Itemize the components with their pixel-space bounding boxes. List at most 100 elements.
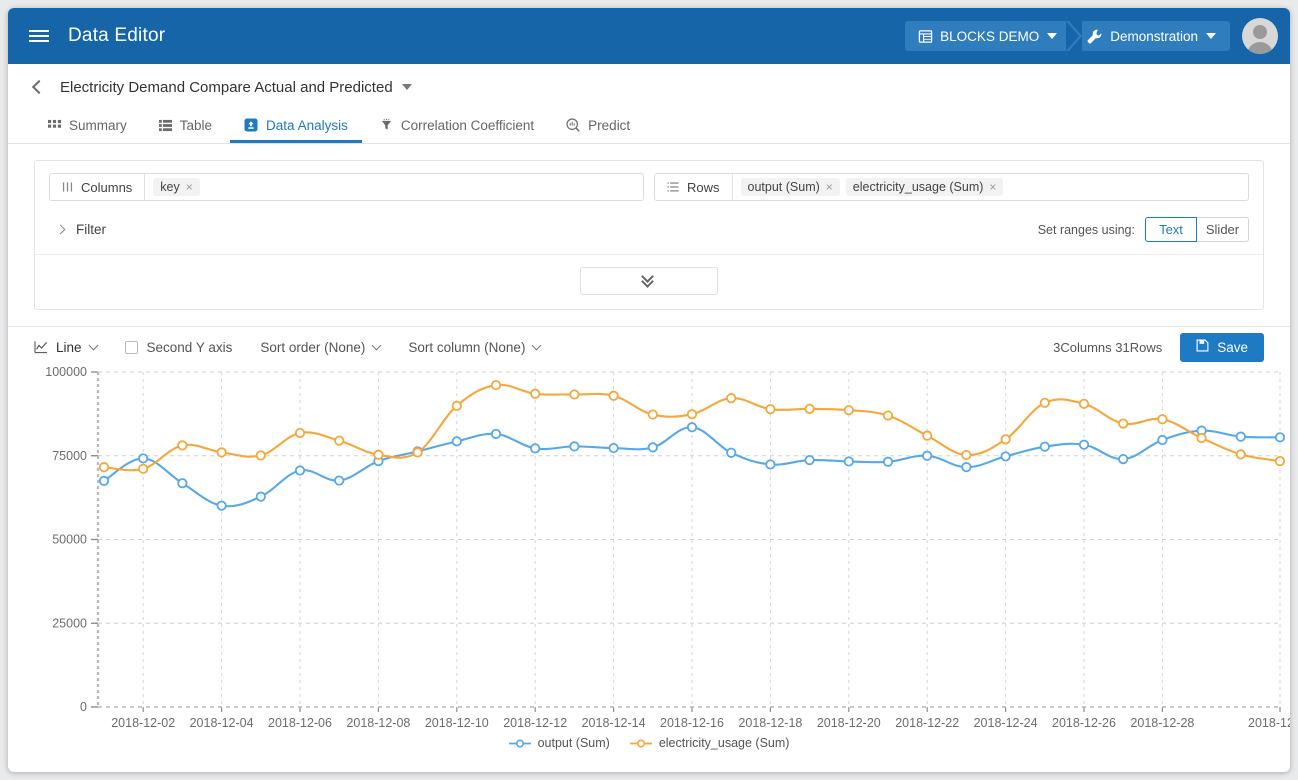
top-bar-right: BLOCKS DEMO Demonstration bbox=[905, 18, 1278, 54]
svg-text:2018-12-16: 2018-12-16 bbox=[660, 716, 724, 730]
save-icon bbox=[1196, 339, 1209, 355]
pill-label: electricity_usage (Sum) bbox=[852, 180, 984, 194]
svg-text:2018-12-06: 2018-12-06 bbox=[268, 716, 332, 730]
svg-text:2018-12-31: 2018-12-31 bbox=[1248, 716, 1290, 730]
tab-label: Predict bbox=[588, 117, 631, 133]
svg-text:2018-12-12: 2018-12-12 bbox=[503, 716, 567, 730]
set-ranges-control: Set ranges using: Text Slider bbox=[1038, 217, 1249, 242]
tab-correlation-coefficient[interactable]: Correlation Coefficient bbox=[366, 110, 548, 143]
svg-text:75000: 75000 bbox=[52, 449, 87, 463]
table-icon bbox=[158, 119, 172, 132]
rows-icon bbox=[667, 181, 679, 193]
project-selector[interactable]: Demonstration bbox=[1082, 21, 1230, 51]
back-chevron-icon[interactable] bbox=[31, 79, 47, 95]
columns-label-text: Columns bbox=[81, 179, 133, 195]
filter-label[interactable]: Filter bbox=[76, 222, 106, 237]
double-chevron-down-icon bbox=[641, 270, 656, 288]
svg-text:2018-12-14: 2018-12-14 bbox=[582, 716, 646, 730]
tab-table[interactable]: Table bbox=[145, 110, 226, 143]
database-icon bbox=[918, 29, 933, 44]
title-dropdown-caret-icon[interactable] bbox=[401, 84, 412, 90]
document-title-row: Electricity Demand Compare Actual and Pr… bbox=[8, 64, 1290, 110]
svg-text:2018-12-22: 2018-12-22 bbox=[895, 716, 959, 730]
remove-icon[interactable]: × bbox=[989, 180, 996, 194]
ranges-segmented-control: Text Slider bbox=[1145, 217, 1249, 242]
remove-icon[interactable]: × bbox=[186, 180, 193, 194]
grid-icon bbox=[48, 119, 61, 132]
remove-icon[interactable]: × bbox=[826, 180, 833, 194]
workspace-label: BLOCKS DEMO bbox=[940, 28, 1040, 44]
top-app-bar: Data Editor BLOCKS DEMO Demonstration bbox=[8, 8, 1290, 64]
svg-text:2018-12-20: 2018-12-20 bbox=[817, 716, 881, 730]
legend-item-output-sum[interactable]: output (Sum) bbox=[508, 736, 610, 750]
svg-text:100000: 100000 bbox=[45, 367, 87, 379]
columns-icon bbox=[62, 181, 73, 193]
sort-column-selector[interactable]: Sort column (None) bbox=[408, 339, 542, 355]
rows-label-text: Rows bbox=[687, 179, 720, 195]
second-y-axis-checkbox[interactable] bbox=[124, 340, 138, 354]
svg-text:2018-12-02: 2018-12-02 bbox=[111, 716, 175, 730]
legend-item-electricity-usage-sum[interactable]: electricity_usage (Sum) bbox=[629, 736, 790, 750]
second-y-axis-label: Second Y axis bbox=[146, 339, 233, 355]
tab-predict[interactable]: Predict bbox=[552, 110, 644, 143]
columns-shelf[interactable]: Columns key × bbox=[49, 173, 644, 201]
app-window: Data Editor BLOCKS DEMO Demonstration El… bbox=[8, 8, 1290, 772]
svg-text:2018-12-24: 2018-12-24 bbox=[974, 716, 1038, 730]
rows-shelf[interactable]: Rows output (Sum) × electricity_usage (S… bbox=[654, 173, 1249, 201]
magnifier-icon bbox=[566, 118, 580, 132]
chart-type-selector[interactable]: Line bbox=[34, 340, 98, 355]
second-y-axis-toggle[interactable]: Second Y axis bbox=[124, 339, 233, 355]
save-button[interactable]: Save bbox=[1180, 332, 1264, 362]
legend-swatch-electricity-usage bbox=[629, 738, 652, 749]
svg-text:0: 0 bbox=[80, 700, 87, 714]
legend-label: output (Sum) bbox=[537, 736, 610, 750]
pill-output-sum[interactable]: output (Sum) × bbox=[740, 178, 840, 196]
sort-order-selector[interactable]: Sort order (None) bbox=[260, 340, 382, 355]
set-ranges-label: Set ranges using: bbox=[1037, 222, 1135, 237]
tab-label: Table bbox=[179, 117, 213, 133]
workspace-selector[interactable]: BLOCKS DEMO bbox=[905, 21, 1070, 51]
tab-label: Data Analysis bbox=[266, 117, 348, 133]
ranges-option-slider[interactable]: Slider bbox=[1197, 217, 1249, 242]
chart-legend: output (Sum) electricity_usage (Sum) bbox=[8, 736, 1290, 750]
app-title: Data Editor bbox=[68, 25, 166, 46]
svg-text:2018-12-08: 2018-12-08 bbox=[346, 716, 410, 730]
tab-summary[interactable]: Summary bbox=[34, 110, 141, 143]
columns-shelf-items: key × bbox=[145, 178, 200, 196]
chevron-right-icon[interactable] bbox=[55, 224, 66, 235]
breadcrumb-separator bbox=[1066, 21, 1083, 51]
pill-label: key bbox=[160, 180, 180, 194]
legend-swatch-output bbox=[508, 738, 531, 749]
project-label: Demonstration bbox=[1110, 28, 1198, 44]
shelf-row: Columns key × Rows output (Sum) × electr… bbox=[35, 161, 1263, 207]
chart-toolbar: Line Second Y axis Sort order (None) Sor… bbox=[8, 327, 1290, 367]
chevron-down-icon bbox=[531, 340, 542, 351]
chart-toolbar-right: 3Columns 31Rows Save bbox=[1053, 332, 1264, 362]
chart-area: 0 25000 50000 75000 100000 2018-12-02 2018-12-… bbox=[8, 365, 1290, 772]
pivot-panel: Columns key × Rows output (Sum) × electr… bbox=[34, 160, 1264, 310]
tab-data-analysis[interactable]: Data Analysis bbox=[230, 110, 362, 143]
hamburger-menu-icon[interactable] bbox=[26, 23, 52, 49]
svg-text:2018-12-04: 2018-12-04 bbox=[190, 716, 254, 730]
tab-label: Summary bbox=[69, 117, 127, 133]
tab-bar: Summary Table Data Analysis Correlation … bbox=[8, 110, 1290, 144]
user-avatar[interactable] bbox=[1242, 18, 1278, 54]
project-caret-icon bbox=[1206, 33, 1216, 39]
page-title: Electricity Demand Compare Actual and Pr… bbox=[60, 78, 393, 96]
rows-shelf-label: Rows bbox=[655, 174, 733, 200]
ranges-option-text[interactable]: Text bbox=[1145, 217, 1197, 242]
columns-shelf-label: Columns bbox=[50, 174, 146, 200]
chevron-down-icon bbox=[371, 340, 382, 351]
pill-electricity-usage-sum[interactable]: electricity_usage (Sum) × bbox=[845, 178, 1004, 196]
pill-key[interactable]: key × bbox=[153, 178, 200, 196]
legend-label: electricity_usage (Sum) bbox=[658, 736, 790, 750]
expand-panel-button[interactable] bbox=[580, 267, 718, 295]
line-chart[interactable]: 0 25000 50000 75000 100000 2018-12-02 2018-12-… bbox=[8, 365, 1290, 737]
save-label: Save bbox=[1217, 339, 1248, 355]
pill-label: output (Sum) bbox=[747, 180, 820, 194]
pivot-panel-wrapper: Columns key × Rows output (Sum) × electr… bbox=[8, 144, 1290, 310]
svg-text:25000: 25000 bbox=[52, 616, 87, 630]
sort-column-label: Sort column (None) bbox=[408, 339, 526, 355]
workspace-caret-icon bbox=[1047, 33, 1058, 39]
filter-row: Filter Set ranges using: Text Slider bbox=[35, 207, 1263, 255]
